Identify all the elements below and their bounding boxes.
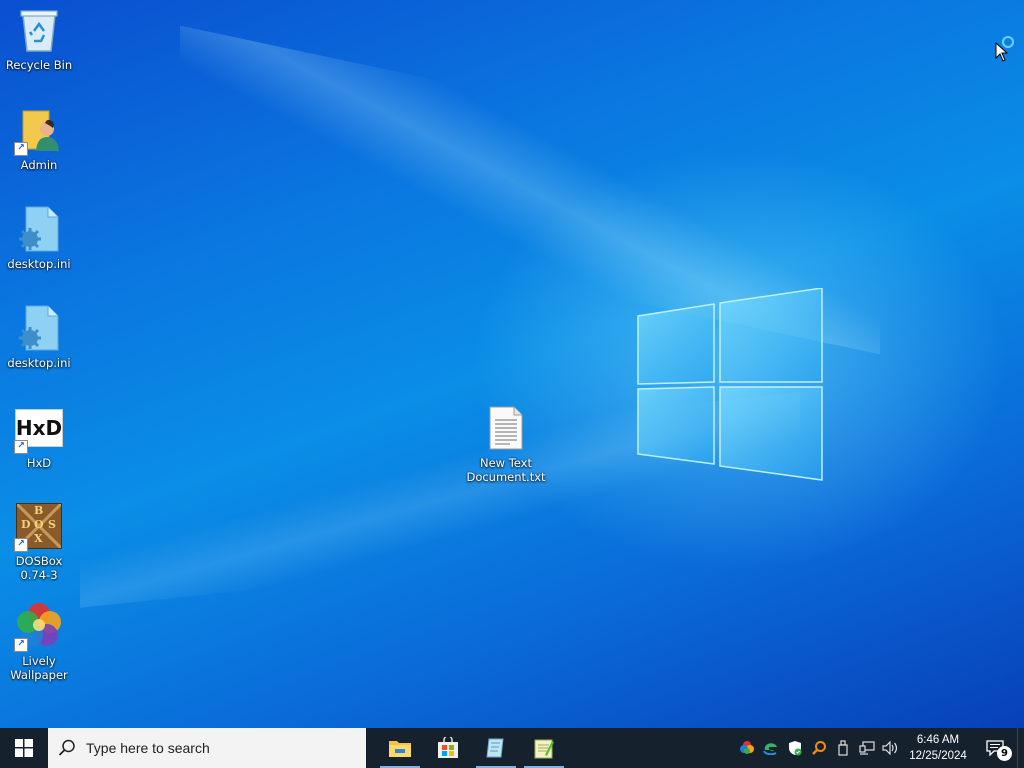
system-tray: 6:46 AM 12/25/2024 9: [735, 728, 1024, 768]
taskbar-clock[interactable]: 6:46 AM 12/25/2024: [903, 732, 973, 764]
show-desktop-button[interactable]: [1017, 728, 1024, 768]
microsoft-store-icon: [438, 737, 458, 758]
tray-lively-icon[interactable]: [735, 728, 759, 768]
dosbox-letter: D: [21, 518, 31, 531]
search-icon: [58, 739, 75, 756]
taskbar-notepad-plus-plus[interactable]: [472, 728, 520, 768]
desktop-icon-recycle-bin[interactable]: Recycle Bin: [1, 6, 77, 72]
taskbar-file-explorer[interactable]: [376, 728, 424, 768]
desktop-icon-dosbox[interactable]: B D O S X ↗ DOSBox 0.74-3: [1, 502, 77, 582]
taskbar: Type here to search 6:46 AM 12/25/2024 9: [0, 728, 1024, 768]
shortcut-arrow-icon: ↗: [14, 638, 28, 652]
desktop-icon-label: Recycle Bin: [5, 58, 73, 72]
tray-search-tool-icon[interactable]: [807, 728, 831, 768]
dosbox-letter: O: [34, 518, 44, 531]
recycle-bin-icon: [15, 6, 63, 54]
shortcut-arrow-icon: ↗: [14, 538, 28, 552]
shortcut-arrow-icon: ↗: [14, 440, 28, 454]
start-button[interactable]: [0, 728, 48, 768]
dosbox-letter: X: [34, 532, 43, 545]
desktop-icon-label: desktop.ini: [7, 257, 71, 271]
dosbox-letter: B: [34, 504, 44, 517]
desktop-icon-label: Admin: [20, 158, 58, 172]
notepadpp-icon: [534, 739, 554, 759]
tray-usb-icon[interactable]: [831, 728, 855, 768]
clock-time: 6:46 AM: [916, 734, 960, 746]
tray-edge-update-icon[interactable]: [759, 728, 783, 768]
hxd-app-icon: HxD ↗: [14, 404, 64, 454]
dosbox-app-icon: B D O S X ↗: [14, 502, 63, 552]
tray-defender-icon[interactable]: [783, 728, 807, 768]
notepad-app-icon: [486, 738, 504, 758]
desktop-icon-lively-wallpaper[interactable]: ↗ Lively Wallpaper: [1, 602, 77, 682]
windows-start-icon: [15, 739, 33, 757]
action-center-button[interactable]: 9: [973, 728, 1017, 768]
desktop-icon-label: New Text Document.txt: [466, 456, 546, 484]
desktop-icon-desktop-ini[interactable]: desktop.ini: [1, 205, 77, 271]
desktop-icon-label: HxD: [26, 456, 52, 470]
dosbox-letter: S: [48, 518, 56, 531]
notification-count-badge: 9: [997, 746, 1012, 761]
settings-file-icon: [15, 304, 63, 352]
text-file-icon: [482, 404, 530, 452]
search-placeholder: Type here to search: [86, 740, 210, 756]
taskbar-search-box[interactable]: Type here to search: [48, 728, 366, 768]
desktop-icon-new-text-document[interactable]: New Text Document.txt: [466, 404, 546, 484]
user-folder-icon: ↗: [14, 106, 63, 156]
desktop-icon-label: DOSBox 0.74-3: [15, 554, 63, 582]
desktop-icon-label: desktop.ini: [7, 356, 71, 370]
settings-file-icon: [15, 205, 63, 253]
desktop-icon-desktop-ini[interactable]: desktop.ini: [1, 304, 77, 370]
taskbar-microsoft-store[interactable]: [424, 728, 472, 768]
taskbar-notepad[interactable]: [520, 728, 568, 768]
shortcut-arrow-icon: ↗: [14, 142, 28, 156]
lively-wallpaper-icon: ↗: [14, 602, 63, 652]
desktop[interactable]: Recycle Bin ↗ Admin desktop.ini desktop.…: [0, 0, 1024, 728]
mouse-pointer-icon: [995, 42, 1009, 62]
desktop-icon-label: Lively Wallpaper: [10, 654, 68, 682]
tray-network-icon[interactable]: [855, 728, 879, 768]
hxd-logo-text: HxD: [15, 416, 63, 440]
windows-logo-wallpaper: [637, 288, 823, 481]
desktop-icon-admin[interactable]: ↗ Admin: [1, 106, 77, 172]
tray-volume-icon[interactable]: [879, 728, 903, 768]
desktop-icon-hxd[interactable]: HxD ↗ HxD: [1, 404, 77, 470]
file-explorer-icon: [389, 741, 411, 757]
clock-date: 12/25/2024: [909, 750, 967, 762]
